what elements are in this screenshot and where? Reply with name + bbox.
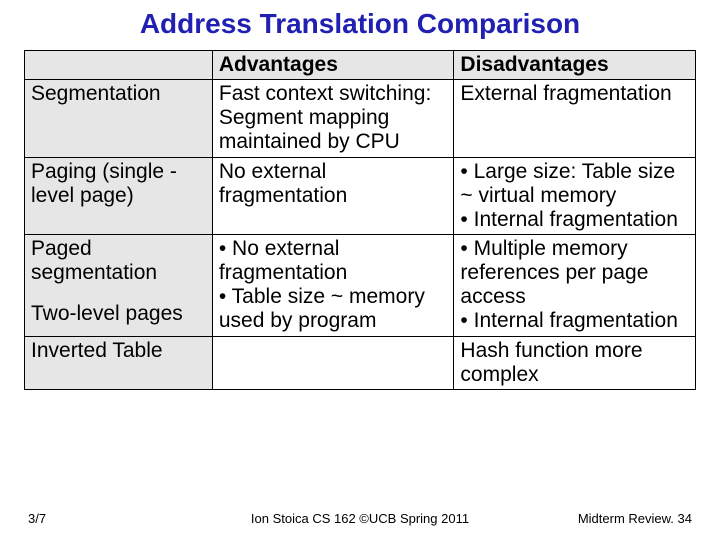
cell-advantages [212, 336, 454, 389]
table-row: Paging (single -level page) No external … [25, 157, 696, 234]
row-name-paged-segmentation: Paged segmentation [25, 234, 213, 300]
slide-title: Address Translation Comparison [24, 8, 696, 40]
cell-disadvantages: • Large size: Table size ~ virtual memor… [454, 157, 696, 234]
row-name-two-level-pages: Two-level pages [25, 300, 213, 336]
footer-page: Midterm Review. 34 [578, 511, 692, 526]
cell-disadvantages: Hash function more complex [454, 336, 696, 389]
slide: Address Translation Comparison Advantage… [0, 0, 720, 540]
table-row: Segmentation Fast context switching: Seg… [25, 80, 696, 157]
cell-advantages: No external fragmentation [212, 157, 454, 234]
cell-advantages: • No external fragmentation• Table size … [212, 234, 454, 336]
row-name-paging-single: Paging (single -level page) [25, 157, 213, 234]
cell-advantages: Fast context switching: Segment mapping … [212, 80, 454, 157]
table-row: Inverted Table Hash function more comple… [25, 336, 696, 389]
table-row: Paged segmentation • No external fragmen… [25, 234, 696, 300]
row-name-inverted-table: Inverted Table [25, 336, 213, 389]
cell-disadvantages: • Multiple memory references per page ac… [454, 234, 696, 336]
header-blank [25, 51, 213, 80]
header-advantages: Advantages [212, 51, 454, 80]
row-name-segmentation: Segmentation [25, 80, 213, 157]
header-disadvantages: Disadvantages [454, 51, 696, 80]
cell-disadvantages: External fragmentation [454, 80, 696, 157]
table-header-row: Advantages Disadvantages [25, 51, 696, 80]
comparison-table: Advantages Disadvantages Segmentation Fa… [24, 50, 696, 390]
